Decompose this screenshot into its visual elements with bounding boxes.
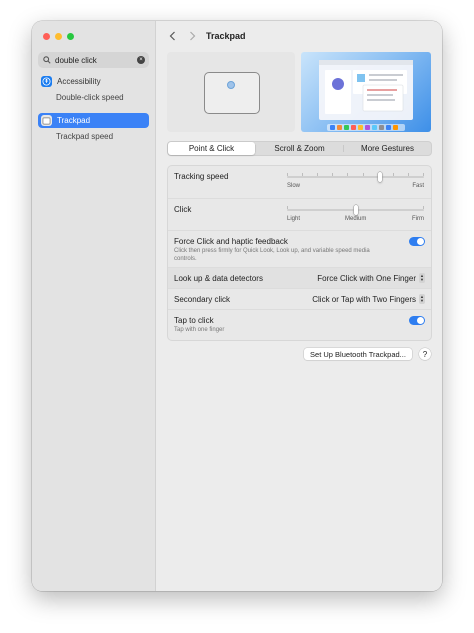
lookup-row: Look up & data detectors Force Click wit… — [168, 267, 431, 289]
tracking-speed-slider[interactable] — [287, 176, 424, 178]
search-icon — [41, 56, 53, 64]
sidebar-item-trackpad[interactable]: Trackpad — [38, 113, 149, 128]
tracking-speed-label: Tracking speed — [174, 172, 229, 181]
lookup-value: Force Click with One Finger — [317, 273, 416, 283]
touch-point-icon — [227, 81, 235, 89]
settings-window: double click × Accessibility Double-clic… — [32, 21, 442, 591]
force-click-toggle[interactable] — [409, 237, 425, 246]
tab-point-and-click[interactable]: Point & Click — [168, 142, 255, 155]
accessibility-icon — [41, 76, 52, 87]
click-pressure-slider-knob[interactable] — [353, 205, 358, 215]
force-click-description: Click then press firmly for Quick Look, … — [174, 248, 370, 262]
help-button[interactable]: ? — [419, 348, 431, 360]
tracking-speed-ticks — [287, 173, 424, 176]
page-title: Trackpad — [206, 31, 246, 41]
click-label: Click — [174, 205, 192, 214]
force-click-row: Force Click and haptic feedback Click th… — [168, 230, 431, 268]
tracking-speed-min-label: Slow — [287, 183, 301, 189]
click-row: Click Light Medium Firm — [168, 198, 431, 231]
tracking-speed-max-label: Fast — [412, 183, 424, 189]
tap-to-click-description: Tap with one finger — [174, 327, 225, 333]
zoom-window-button[interactable] — [67, 33, 74, 40]
sidebar-subresult-double-click-speed[interactable]: Double-click speed — [56, 93, 124, 102]
click-firm-label: Firm — [412, 216, 424, 222]
trackpad-illustration — [204, 72, 260, 114]
force-click-label: Force Click and haptic feedback — [174, 237, 288, 246]
minimize-window-button[interactable] — [55, 33, 62, 40]
forward-button[interactable] — [186, 30, 198, 42]
tab-scroll-and-zoom[interactable]: Scroll & Zoom — [256, 142, 343, 155]
trackpad-icon — [41, 115, 52, 126]
sidebar: double click × Accessibility Double-clic… — [32, 21, 156, 591]
gesture-demo-video — [301, 52, 431, 132]
desktop-illustration — [319, 60, 413, 131]
tap-to-click-label: Tap to click — [174, 316, 214, 325]
click-medium-label: Medium — [345, 216, 367, 222]
sidebar-item-label: Trackpad — [57, 116, 91, 125]
gesture-tabs: Point & Click Scroll & Zoom More Gesture… — [167, 141, 432, 156]
sidebar-item-accessibility[interactable]: Accessibility — [38, 74, 149, 89]
clear-search-icon[interactable]: × — [137, 56, 145, 64]
lookup-label: Look up & data detectors — [174, 274, 263, 283]
search-input[interactable]: double click — [53, 56, 137, 65]
setup-bluetooth-trackpad-button[interactable]: Set Up Bluetooth Trackpad... — [304, 348, 412, 360]
search-field[interactable]: double click × — [38, 52, 149, 68]
secondary-click-value: Click or Tap with Two Fingers — [312, 294, 416, 304]
settings-group: Tracking speed Slow Fast Click Light Med… — [167, 165, 432, 341]
updown-chevron-icon: ▲ ▼ — [419, 294, 425, 304]
updown-chevron-icon: ▲ ▼ — [419, 273, 425, 283]
secondary-click-popup-button[interactable]: Click or Tap with Two Fingers ▲ ▼ — [312, 294, 425, 304]
back-button[interactable] — [166, 30, 178, 42]
tracking-speed-slider-knob[interactable] — [378, 172, 383, 182]
trackpad-preview — [167, 52, 295, 132]
secondary-click-row: Secondary click Click or Tap with Two Fi… — [168, 288, 431, 310]
tap-to-click-toggle[interactable] — [409, 316, 425, 325]
tab-more-gestures[interactable]: More Gestures — [344, 142, 431, 155]
lookup-popup-button[interactable]: Force Click with One Finger ▲ ▼ — [317, 273, 425, 283]
sidebar-subresult-trackpad-speed[interactable]: Trackpad speed — [56, 132, 113, 141]
sidebar-item-label: Accessibility — [57, 77, 101, 86]
tracking-speed-row: Tracking speed Slow Fast — [168, 166, 431, 198]
tap-to-click-row: Tap to click Tap with one finger — [168, 309, 431, 341]
click-light-label: Light — [287, 216, 301, 222]
close-window-button[interactable] — [43, 33, 50, 40]
secondary-click-label: Secondary click — [174, 295, 231, 304]
settings-pane: Trackpad Point & Click Scroll & Zoom Mor… — [156, 21, 442, 591]
